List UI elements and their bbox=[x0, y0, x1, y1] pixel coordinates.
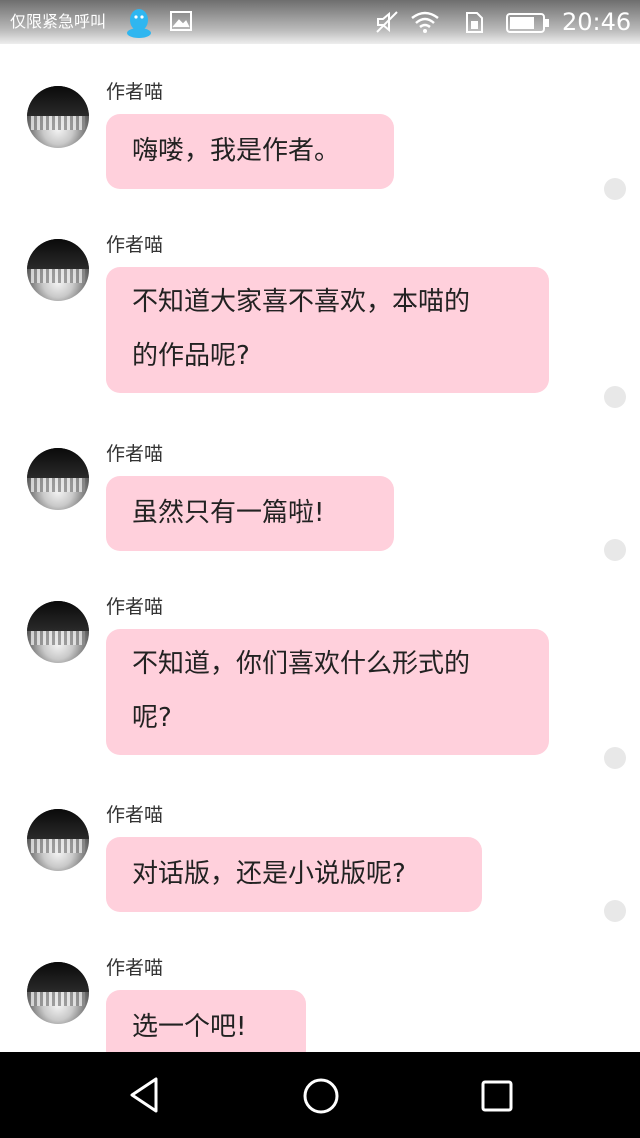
back-icon[interactable] bbox=[126, 1075, 166, 1115]
sender-name: 作者喵 bbox=[106, 234, 164, 256]
read-status-dot bbox=[604, 539, 626, 561]
message-bubble[interactable]: 对话版，还是小说版呢? bbox=[106, 837, 482, 912]
message-text: 不知道，你们喜欢什么形式的 bbox=[132, 649, 471, 679]
mute-icon bbox=[376, 11, 398, 33]
sender-name: 作者喵 bbox=[106, 804, 164, 826]
read-status-dot bbox=[604, 178, 626, 200]
avatar[interactable] bbox=[27, 448, 89, 510]
message-text: 选一个吧! bbox=[132, 1012, 247, 1042]
chat-screen: 仅限紧急呼叫 20:46 作者喵 嗨喽，我是作者。 作者喵 不知道大家喜不喜欢，… bbox=[0, 0, 640, 1138]
avatar[interactable] bbox=[27, 239, 89, 301]
message-text: 不知道大家喜不喜欢，本喵的 bbox=[132, 287, 471, 317]
read-status-dot bbox=[604, 900, 626, 922]
message-text: 对话版，还是小说版呢? bbox=[132, 859, 406, 889]
clock: 20:46 bbox=[562, 8, 632, 36]
avatar[interactable] bbox=[27, 962, 89, 1024]
battery-icon bbox=[506, 13, 549, 33]
message-text: 呢? bbox=[132, 703, 172, 733]
message-bubble[interactable]: 虽然只有一篇啦! bbox=[106, 476, 394, 551]
read-status-dot bbox=[604, 747, 626, 769]
message-text: 虽然只有一篇啦! bbox=[132, 498, 325, 528]
sender-name: 作者喵 bbox=[106, 443, 164, 465]
sender-name: 作者喵 bbox=[106, 81, 164, 103]
recents-icon[interactable] bbox=[478, 1077, 516, 1115]
read-status-dot bbox=[604, 386, 626, 408]
avatar[interactable] bbox=[27, 809, 89, 871]
carrier-text: 仅限紧急呼叫 bbox=[10, 12, 107, 31]
navigation-bar bbox=[0, 1052, 640, 1138]
message-bubble[interactable]: 嗨喽，我是作者。 bbox=[106, 114, 394, 189]
qq-icon bbox=[127, 9, 151, 38]
message-text: 的作品呢? bbox=[132, 341, 250, 371]
message-bubble[interactable]: 不知道，你们喜欢什么形式的 呢? bbox=[106, 629, 549, 755]
sender-name: 作者喵 bbox=[106, 596, 164, 618]
sender-name: 作者喵 bbox=[106, 957, 164, 979]
wifi-icon bbox=[411, 11, 439, 33]
sim-icon bbox=[466, 12, 483, 33]
status-bar: 仅限紧急呼叫 20:46 bbox=[0, 0, 640, 44]
avatar[interactable] bbox=[27, 86, 89, 148]
image-icon bbox=[170, 11, 192, 31]
message-text: 嗨喽，我是作者。 bbox=[132, 136, 341, 166]
avatar[interactable] bbox=[27, 601, 89, 663]
home-icon[interactable] bbox=[300, 1075, 342, 1117]
message-bubble[interactable]: 不知道大家喜不喜欢，本喵的 的作品呢? bbox=[106, 267, 549, 393]
